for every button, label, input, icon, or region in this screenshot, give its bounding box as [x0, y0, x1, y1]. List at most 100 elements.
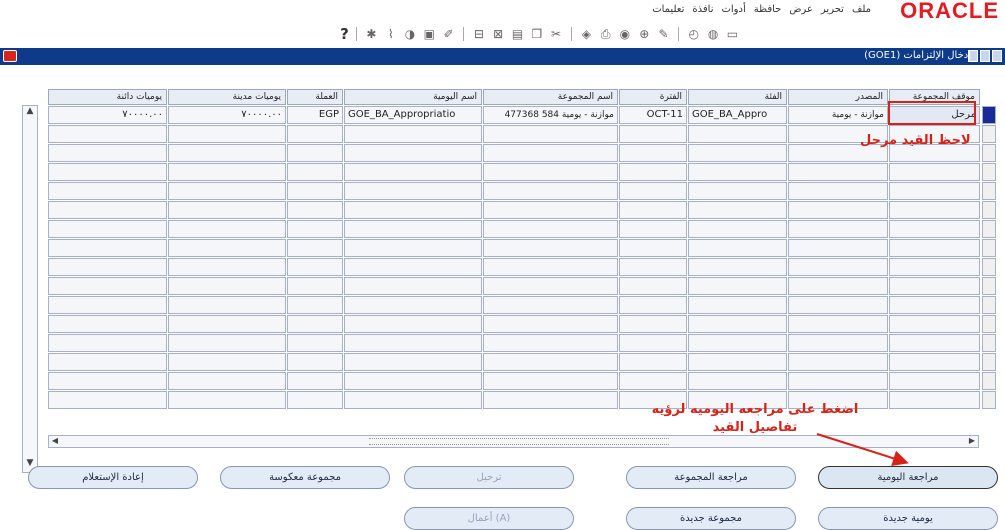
table-cell[interactable] [483, 277, 618, 295]
table-cell[interactable] [889, 182, 980, 200]
row-selector[interactable] [982, 201, 996, 219]
table-row[interactable] [48, 353, 996, 371]
cell-batch-name[interactable]: موازنة - يومية 584 477368 [483, 106, 618, 124]
table-cell[interactable] [483, 353, 618, 371]
table-cell[interactable] [483, 258, 618, 276]
table-cell[interactable] [889, 334, 980, 352]
table-cell[interactable] [619, 125, 687, 143]
table-cell[interactable] [168, 372, 286, 390]
table-cell[interactable] [287, 163, 343, 181]
table-cell[interactable] [619, 372, 687, 390]
row-selector[interactable] [982, 239, 996, 257]
table-cell[interactable] [48, 258, 167, 276]
table-cell[interactable] [889, 220, 980, 238]
table-cell[interactable] [287, 334, 343, 352]
row-selector[interactable] [982, 334, 996, 352]
cut-icon[interactable]: ✂ [548, 26, 563, 42]
table-cell[interactable] [619, 296, 687, 314]
table-cell[interactable] [344, 315, 482, 333]
table-cell[interactable] [168, 391, 286, 409]
table-row[interactable] [48, 220, 996, 238]
cell-category[interactable]: GOE_BA_Appro [688, 106, 787, 124]
table-cell[interactable] [889, 296, 980, 314]
table-cell[interactable] [168, 239, 286, 257]
new-batch-button[interactable]: مجموعة جديدة [626, 507, 796, 530]
row-selector[interactable] [982, 106, 996, 124]
translate-icon[interactable]: ◑ [402, 26, 417, 42]
table-cell[interactable] [483, 163, 618, 181]
table-cell[interactable] [619, 239, 687, 257]
table-cell[interactable] [287, 258, 343, 276]
attachment-icon[interactable]: ✐ [441, 26, 456, 42]
table-cell[interactable] [344, 144, 482, 162]
paste-icon[interactable]: ▤ [510, 26, 525, 42]
cell-journal-name[interactable]: GOE_BA_Appropriatio [344, 106, 482, 124]
table-cell[interactable] [619, 315, 687, 333]
table-cell[interactable] [483, 391, 618, 409]
maximize-window-icon[interactable] [980, 50, 990, 62]
table-cell[interactable] [48, 163, 167, 181]
copy-icon[interactable]: ❐ [529, 26, 544, 42]
table-cell[interactable] [619, 258, 687, 276]
table-cell[interactable] [788, 163, 888, 181]
table-cell[interactable] [48, 353, 167, 371]
table-cell[interactable] [344, 201, 482, 219]
table-cell[interactable] [889, 258, 980, 276]
table-cell[interactable] [483, 201, 618, 219]
table-cell[interactable] [168, 201, 286, 219]
table-cell[interactable] [483, 372, 618, 390]
table-cell[interactable] [788, 277, 888, 295]
table-row[interactable] [48, 125, 996, 143]
table-cell[interactable] [619, 353, 687, 371]
table-cell[interactable] [688, 315, 787, 333]
table-cell[interactable] [287, 239, 343, 257]
table-cell[interactable] [889, 201, 980, 219]
table-cell[interactable] [287, 372, 343, 390]
table-cell[interactable] [483, 315, 618, 333]
table-cell[interactable] [48, 277, 167, 295]
table-cell[interactable] [168, 258, 286, 276]
scroll-right-icon[interactable]: ▶ [966, 436, 978, 447]
table-cell[interactable] [344, 372, 482, 390]
table-cell[interactable] [483, 125, 618, 143]
help-icon[interactable]: ? [340, 25, 349, 43]
table-cell[interactable] [688, 353, 787, 371]
table-cell[interactable] [287, 353, 343, 371]
row-selector[interactable] [982, 296, 996, 314]
table-cell[interactable] [889, 163, 980, 181]
find-icon[interactable]: ◉ [617, 26, 632, 42]
table-row[interactable] [48, 182, 996, 200]
table-cell[interactable] [889, 239, 980, 257]
table-cell[interactable] [168, 220, 286, 238]
close-window-icon[interactable] [992, 50, 1002, 62]
table-cell[interactable] [688, 239, 787, 257]
new-journal-button[interactable]: يومية جديدة [818, 507, 998, 530]
table-cell[interactable] [788, 315, 888, 333]
table-cell[interactable] [483, 220, 618, 238]
table-cell[interactable] [168, 353, 286, 371]
table-cell[interactable] [287, 182, 343, 200]
table-cell[interactable] [889, 277, 980, 295]
menu-help[interactable]: تعليمات [652, 4, 684, 15]
table-cell[interactable] [344, 296, 482, 314]
table-cell[interactable] [688, 125, 787, 143]
table-cell[interactable] [287, 220, 343, 238]
paperclip-icon[interactable]: ⌇ [383, 26, 398, 42]
clear-icon[interactable]: ⊠ [491, 26, 506, 42]
navigator-icon[interactable]: ◍ [705, 26, 720, 42]
table-cell[interactable] [619, 334, 687, 352]
table-cell[interactable] [788, 201, 888, 219]
table-cell[interactable] [344, 353, 482, 371]
cell-currency[interactable]: EGP [287, 106, 343, 124]
table-row[interactable]: مرحل موازنة - يومية GOE_BA_Appro OCT-11 … [48, 106, 996, 124]
more-actions-button[interactable]: أعمال (A) [404, 507, 574, 530]
new-icon[interactable]: ▭ [725, 26, 740, 42]
table-row[interactable] [48, 277, 996, 295]
table-cell[interactable] [48, 296, 167, 314]
table-cell[interactable] [483, 334, 618, 352]
row-selector[interactable] [982, 144, 996, 162]
menu-window[interactable]: نافذة [692, 4, 713, 15]
table-cell[interactable] [287, 125, 343, 143]
table-cell[interactable] [168, 277, 286, 295]
table-row[interactable] [48, 334, 996, 352]
